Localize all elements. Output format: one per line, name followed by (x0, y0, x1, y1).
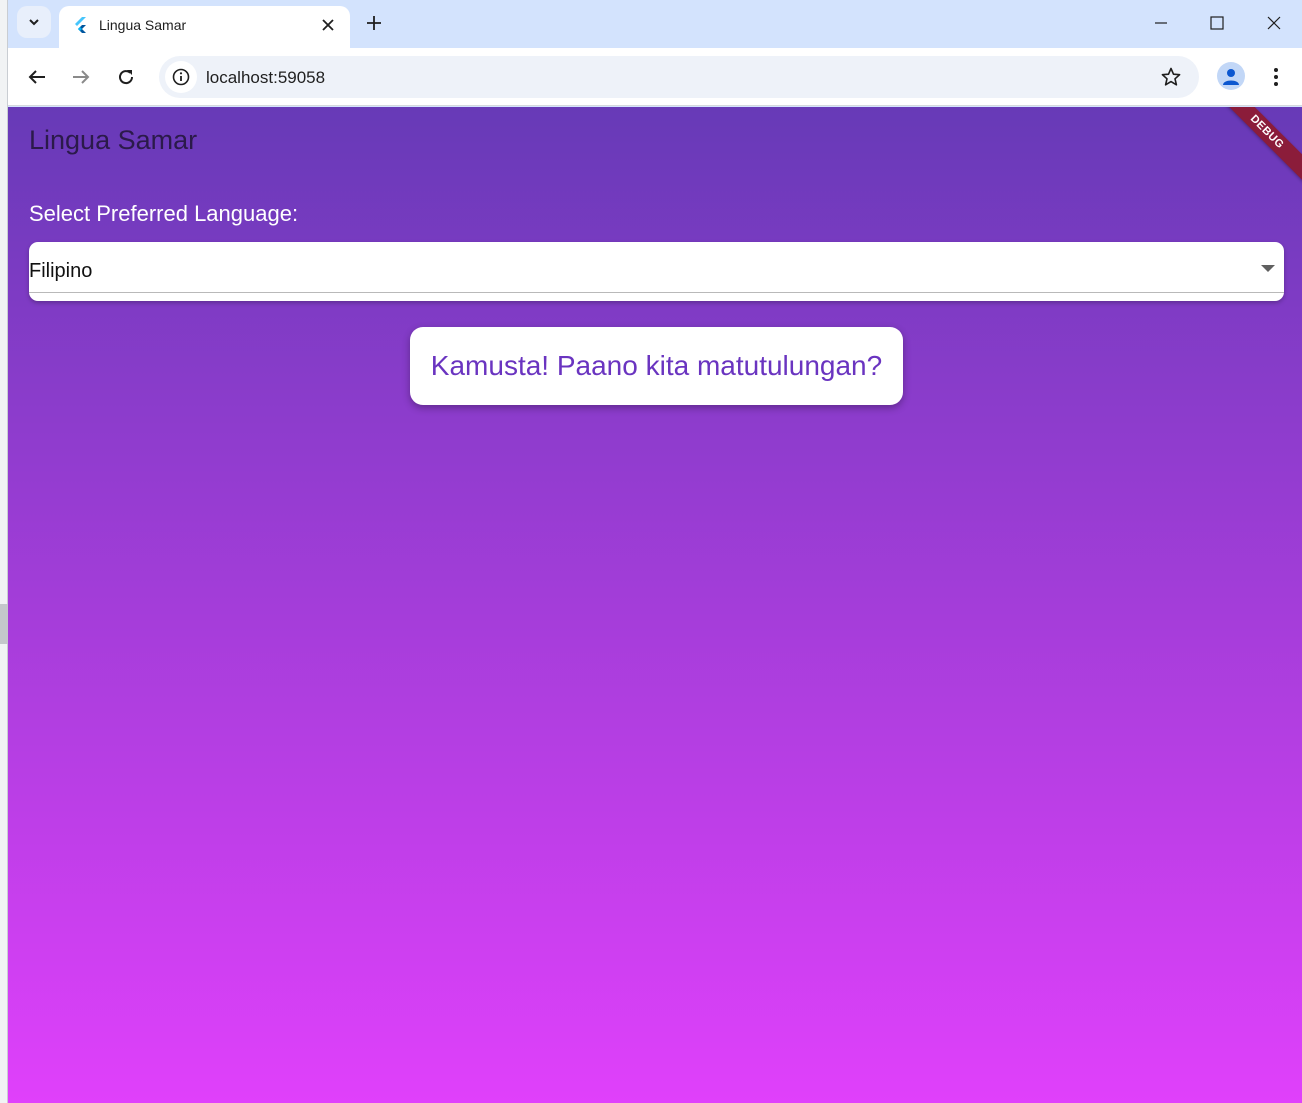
app-viewport: Lingua Samar DEBUG Select Preferred Lang… (8, 107, 1302, 1103)
bookmark-button[interactable] (1159, 65, 1183, 89)
close-icon (322, 19, 334, 31)
site-info-button[interactable] (165, 61, 197, 93)
browser-window: Lingua Samar localhost:59058 Lingua Sama… (8, 0, 1302, 1103)
maximize-button[interactable] (1195, 8, 1239, 38)
chevron-down-icon (29, 19, 39, 26)
close-window-button[interactable] (1252, 8, 1296, 38)
forward-button[interactable] (66, 62, 96, 92)
tab-title: Lingua Samar (99, 17, 187, 33)
flutter-icon (75, 17, 86, 33)
person-icon (1223, 69, 1239, 85)
back-button[interactable] (22, 62, 52, 92)
minimize-icon (1155, 22, 1167, 24)
address-bar[interactable]: localhost:59058 (159, 56, 1199, 98)
greeting-text: Kamusta! Paano kita matutulungan? (430, 350, 883, 381)
maximize-icon (1210, 16, 1224, 30)
dropdown-underline (29, 292, 1284, 293)
reload-button[interactable] (111, 62, 141, 92)
background-window-scrollbar (0, 604, 8, 644)
arrow-left-icon (28, 70, 45, 84)
tab-search-button[interactable] (17, 6, 51, 38)
reload-icon (119, 70, 134, 85)
browser-toolbar: localhost:59058 (8, 48, 1302, 106)
tab-lingua-samar[interactable]: Lingua Samar (59, 6, 350, 48)
browser-menu-button[interactable] (1263, 62, 1289, 92)
language-dropdown[interactable]: Filipino (29, 242, 1284, 301)
background-window-edge (0, 0, 8, 1103)
close-icon (1267, 16, 1281, 30)
arrow-right-icon (73, 70, 90, 84)
info-icon (172, 68, 190, 86)
star-icon (1161, 67, 1181, 86)
profile-button[interactable] (1217, 62, 1245, 90)
more-vert-icon (1274, 68, 1278, 86)
greeting-card: Kamusta! Paano kita matutulungan? (410, 327, 903, 405)
tab-strip: Lingua Samar (8, 0, 1302, 48)
new-tab-button[interactable] (362, 11, 386, 35)
minimize-button[interactable] (1139, 8, 1183, 38)
language-label: Select Preferred Language: (29, 201, 299, 226)
caret-down-icon (1260, 264, 1276, 274)
address-url: localhost:59058 (206, 68, 326, 87)
tab-close-button[interactable] (317, 14, 339, 36)
plus-icon (367, 16, 381, 30)
debug-banner: DEBUG (1214, 107, 1302, 185)
language-dropdown-value: Filipino (29, 260, 93, 282)
app-title: Lingua Samar (29, 125, 198, 155)
